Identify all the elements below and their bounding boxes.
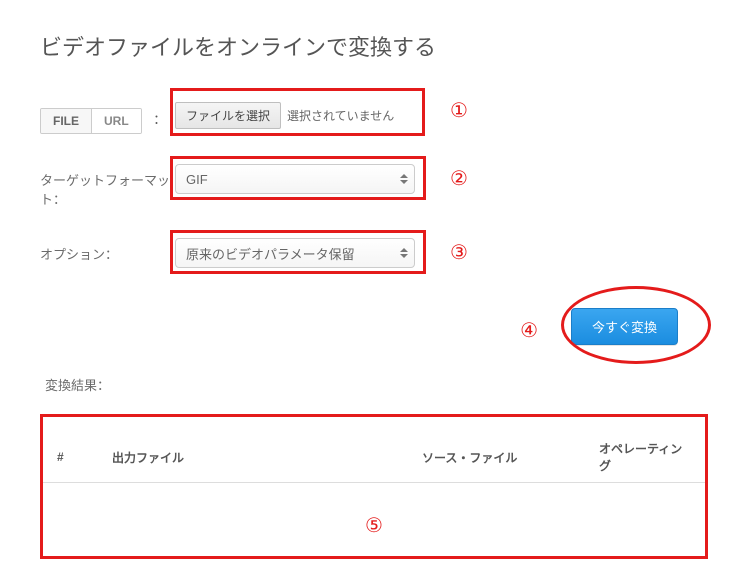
submit-row: ④ 今すぐ変換 [40, 308, 708, 345]
annotation-bubble-2: ② [450, 166, 468, 191]
format-select[interactable]: GIF [175, 164, 415, 194]
col-source: ソース・ファイル [408, 432, 585, 483]
col-index: # [43, 432, 98, 483]
annotation-bubble-1: ① [450, 98, 468, 123]
options-selected-text: 原来のビデオパラメータ保留 [186, 244, 355, 263]
source-colon: ： [153, 112, 166, 127]
col-output: 出力ファイル [98, 432, 408, 483]
annotation-bubble-3: ③ [450, 240, 468, 265]
chevron-updown-icon [400, 174, 408, 184]
results-container: # 出力ファイル ソース・ファイル オペレーティング ⑤ [40, 414, 708, 559]
col-operations: オペレーティング [585, 432, 705, 483]
options-row: オプション： 原来のビデオパラメータ保留 ③ [40, 238, 708, 268]
choose-file-button[interactable]: ファイルを選択 [175, 102, 281, 129]
results-table: # 出力ファイル ソース・ファイル オペレーティング [43, 432, 705, 483]
options-label: オプション： [40, 238, 175, 263]
source-row: FILE URL ： ファイルを選択 選択されていません ① [40, 102, 708, 134]
annotation-bubble-4: ④ [520, 318, 538, 343]
format-selected-text: GIF [186, 172, 208, 187]
tab-file[interactable]: FILE [41, 109, 91, 133]
format-row: ターゲットフォーマット： GIF ② [40, 164, 708, 208]
format-label: ターゲットフォーマット： [40, 164, 175, 208]
options-select[interactable]: 原来のビデオパラメータ保留 [175, 238, 415, 268]
chevron-updown-icon [400, 248, 408, 258]
convert-button[interactable]: 今すぐ変換 [571, 308, 678, 345]
page-title: ビデオファイルをオンラインで変換する [40, 30, 708, 62]
results-header-row: # 出力ファイル ソース・ファイル オペレーティング [43, 432, 705, 483]
tab-url[interactable]: URL [91, 109, 141, 133]
results-label: 変換結果： [45, 375, 708, 394]
source-tabs: FILE URL [40, 108, 142, 134]
file-status-text: 選択されていません [287, 107, 394, 124]
annotation-bubble-5: ⑤ [365, 513, 383, 538]
